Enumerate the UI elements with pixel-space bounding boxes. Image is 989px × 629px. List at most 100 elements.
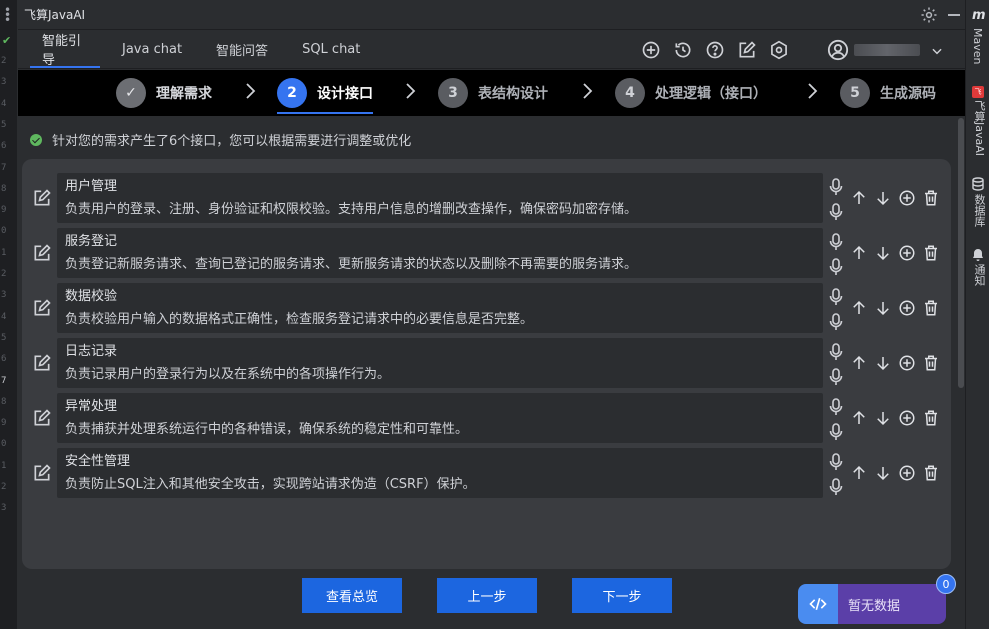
move-up-icon[interactable] (850, 354, 868, 372)
microphone-icon[interactable] (829, 398, 843, 416)
edit-icon[interactable] (32, 463, 52, 483)
add-icon[interactable] (898, 299, 916, 317)
move-up-icon[interactable] (850, 409, 868, 427)
tab-smart-guide[interactable]: 智能引导 (30, 30, 100, 68)
delete-icon[interactable] (922, 409, 940, 427)
interface-item[interactable]: 异常处理 负责捕获并处理系统运行中的各种错误，确保系统的稳定性和可靠性。 (57, 393, 823, 443)
microphone-icon[interactable] (829, 258, 843, 276)
microphone-icon[interactable] (829, 368, 843, 386)
delete-icon[interactable] (922, 189, 940, 207)
move-down-icon[interactable] (874, 244, 892, 262)
microphone-icon[interactable] (829, 343, 843, 361)
microphone-icon[interactable] (829, 233, 843, 251)
edit-icon[interactable] (32, 188, 52, 208)
delete-icon[interactable] (922, 464, 940, 482)
interface-desc[interactable]: 负责记录用户的登录行为以及在系统中的各项操作行为。 (65, 364, 815, 386)
rail-database[interactable]: 数据库 (971, 194, 987, 227)
line-number: 6 (1, 141, 7, 152)
line-number: 5 (1, 119, 7, 130)
rail-notify[interactable]: 通知 (971, 264, 987, 286)
microphone-icon[interactable] (829, 178, 843, 196)
add-icon[interactable] (898, 354, 916, 372)
help-icon[interactable] (705, 40, 725, 60)
move-down-icon[interactable] (874, 409, 892, 427)
interface-desc[interactable]: 负责防止SQL注入和其他安全攻击，实现跨站请求伪造（CSRF）保护。 (65, 474, 815, 496)
avatar[interactable] (827, 39, 849, 61)
gear-icon[interactable] (920, 6, 938, 24)
move-up-icon[interactable] (850, 464, 868, 482)
move-up-icon[interactable] (850, 244, 868, 262)
bell-icon[interactable] (972, 248, 984, 262)
move-up-icon[interactable] (850, 299, 868, 317)
interface-name[interactable]: 服务登记 (65, 232, 815, 252)
microphone-icon[interactable] (829, 453, 843, 471)
move-up-icon[interactable] (850, 189, 868, 207)
maven-icon[interactable]: m (972, 8, 986, 23)
step-circle: 5 (840, 78, 870, 108)
interface-desc[interactable]: 负责捕获并处理系统运行中的各种错误，确保系统的稳定性和可靠性。 (65, 419, 815, 441)
interface-desc[interactable]: 负责登记新服务请求、查询已登记的服务请求、更新服务请求的状态以及删除不再需要的服… (65, 254, 815, 276)
step-logic[interactable]: 4 处理逻辑（接口） (615, 76, 767, 110)
interface-name[interactable]: 异常处理 (65, 397, 815, 417)
interface-desc[interactable]: 负责用户的登录、注册、身份验证和权限校验。支持用户信息的增删改查操作，确保密码加… (65, 199, 815, 221)
history-icon[interactable] (673, 40, 693, 60)
microphone-icon[interactable] (829, 423, 843, 441)
chevron-right-icon (243, 81, 257, 101)
interface-name[interactable]: 安全性管理 (65, 452, 815, 472)
interface-item[interactable]: 数据校验 负责校验用户输入的数据格式正确性，检查服务登记请求中的必要信息是否完整。 (57, 283, 823, 333)
move-down-icon[interactable] (874, 299, 892, 317)
interface-item[interactable]: 日志记录 负责记录用户的登录行为以及在系统中的各项操作行为。 (57, 338, 823, 388)
step-understand[interactable]: ✓ 理解需求 (116, 76, 212, 110)
add-icon[interactable] (898, 464, 916, 482)
prev-step-button[interactable]: 上一步 (437, 578, 537, 613)
delete-icon[interactable] (922, 244, 940, 262)
step-design-interface[interactable]: 2 设计接口 (277, 76, 373, 114)
move-down-icon[interactable] (874, 189, 892, 207)
interface-item[interactable]: 用户管理 负责用户的登录、注册、身份验证和权限校验。支持用户信息的增删改查操作，确… (57, 173, 823, 223)
interface-item[interactable]: 服务登记 负责登记新服务请求、查询已登记的服务请求、更新服务请求的状态以及删除不再… (57, 228, 823, 278)
edit-icon[interactable] (32, 408, 52, 428)
scrollbar[interactable] (958, 118, 964, 388)
microphone-icon[interactable] (829, 313, 843, 331)
interface-name[interactable]: 日志记录 (65, 342, 815, 362)
microphone-icon[interactable] (829, 203, 843, 221)
edit-icon[interactable] (32, 353, 52, 373)
microphone-icon[interactable] (829, 288, 843, 306)
add-circle-icon[interactable] (641, 40, 661, 60)
line-number: 1 (1, 460, 7, 471)
edit-icon[interactable] (32, 298, 52, 318)
delete-icon[interactable] (922, 354, 940, 372)
interface-name[interactable]: 用户管理 (65, 177, 815, 197)
move-down-icon[interactable] (874, 464, 892, 482)
add-icon[interactable] (898, 244, 916, 262)
move-down-icon[interactable] (874, 354, 892, 372)
add-icon[interactable] (898, 189, 916, 207)
code-icon[interactable] (798, 584, 838, 624)
step-generate-code[interactable]: 5 生成源码 (840, 76, 936, 110)
edit-icon[interactable] (32, 243, 52, 263)
tab-java-chat[interactable]: Java chat (110, 30, 194, 68)
microphone-icon[interactable] (829, 478, 843, 496)
settings-hex-icon[interactable] (769, 40, 789, 60)
add-icon[interactable] (898, 409, 916, 427)
rail-javaai[interactable]: 飞算JavaAI (971, 100, 987, 156)
delete-icon[interactable] (922, 299, 940, 317)
chevron-down-icon[interactable] (930, 44, 944, 58)
chevron-right-icon (403, 81, 417, 101)
database-icon[interactable] (972, 177, 984, 191)
interface-item[interactable]: 安全性管理 负责防止SQL注入和其他安全攻击，实现跨站请求伪造（CSRF）保护。 (57, 448, 823, 498)
tab-smart-qa[interactable]: 智能问答 (204, 30, 280, 68)
minimize-icon[interactable] (948, 14, 960, 16)
count-badge: 0 (936, 574, 956, 594)
interface-desc[interactable]: 负责校验用户输入的数据格式正确性，检查服务登记请求中的必要信息是否完整。 (65, 309, 815, 331)
more-vertical-icon[interactable]: • • • (4, 4, 11, 26)
interface-name[interactable]: 数据校验 (65, 287, 815, 307)
floating-widget[interactable]: 暂无数据 0 (798, 574, 956, 624)
rail-maven[interactable]: Maven (971, 28, 984, 64)
step-table-design[interactable]: 3 表结构设计 (438, 76, 548, 110)
javaai-logo-icon: 飞 (972, 86, 984, 98)
overview-button[interactable]: 查看总览 (302, 578, 402, 613)
edit-icon[interactable] (737, 40, 757, 60)
tab-sql-chat[interactable]: SQL chat (290, 30, 372, 68)
next-step-button[interactable]: 下一步 (572, 578, 672, 613)
